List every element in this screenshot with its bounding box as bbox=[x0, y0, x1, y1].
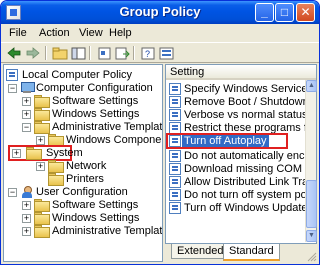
folder-icon bbox=[48, 134, 64, 147]
settings-scrollbar[interactable]: ▲ ▼ bbox=[305, 80, 317, 242]
setting-row[interactable]: Turn off Windows Update de... bbox=[166, 202, 316, 214]
menu-view[interactable]: View bbox=[79, 27, 103, 39]
menu-bar: File Action View Help bbox=[1, 24, 319, 42]
resize-grip-icon[interactable] bbox=[307, 252, 317, 262]
policy-setting-icon bbox=[169, 202, 181, 214]
expand-icon[interactable]: + bbox=[36, 136, 45, 145]
export-list-icon[interactable] bbox=[113, 45, 131, 61]
policy-setting-icon bbox=[169, 150, 181, 162]
forward-icon[interactable] bbox=[24, 45, 42, 61]
policy-setting-icon bbox=[169, 109, 181, 121]
setting-row[interactable]: Download missing COM comp... bbox=[166, 163, 316, 175]
scroll-up-icon[interactable]: ▲ bbox=[306, 80, 317, 92]
toolbar: ? bbox=[1, 42, 319, 63]
setting-row[interactable]: Do not automatically encrypt... bbox=[166, 150, 316, 162]
view-icon[interactable] bbox=[157, 45, 175, 61]
scroll-down-icon[interactable]: ▼ bbox=[306, 230, 317, 242]
menu-action[interactable]: Action bbox=[39, 27, 70, 39]
group-policy-window: Group Policy _ □ ✕ File Action View Help bbox=[0, 0, 320, 265]
help-icon[interactable]: ? bbox=[139, 45, 157, 61]
title-bar[interactable]: Group Policy _ □ ✕ bbox=[1, 1, 319, 24]
folder-icon bbox=[34, 95, 50, 108]
expand-icon[interactable]: + bbox=[22, 110, 31, 119]
expand-icon[interactable]: + bbox=[36, 162, 45, 171]
scroll-thumb[interactable] bbox=[306, 180, 317, 228]
setting-row[interactable]: Verbose vs normal status me... bbox=[166, 109, 316, 121]
folder-icon bbox=[34, 212, 50, 225]
menu-help[interactable]: Help bbox=[109, 27, 132, 39]
show-hide-tree-icon[interactable] bbox=[69, 45, 87, 61]
expand-icon[interactable]: + bbox=[22, 227, 31, 236]
folder-icon bbox=[34, 121, 50, 134]
setting-row[interactable]: Specify Windows Service Pa... bbox=[166, 83, 316, 95]
setting-row[interactable]: Remove Boot / Shutdown / L... bbox=[166, 96, 316, 108]
expand-icon[interactable]: + bbox=[22, 214, 31, 223]
tab-extended[interactable]: Extended bbox=[171, 244, 230, 259]
tree-pane[interactable]: Local Computer Policy − Computer Configu… bbox=[3, 64, 163, 262]
folder-icon bbox=[34, 225, 50, 238]
expand-icon[interactable]: + bbox=[22, 201, 31, 210]
folder-icon bbox=[34, 108, 50, 121]
settings-pane[interactable]: Setting Specify Windows Service Pa... Re… bbox=[165, 64, 317, 244]
policy-setting-icon bbox=[169, 163, 181, 175]
setting-row[interactable]: Do not turn off system powe... bbox=[166, 189, 316, 201]
svg-text:?: ? bbox=[145, 49, 150, 59]
setting-column-header[interactable]: Setting bbox=[166, 65, 316, 80]
up-folder-icon[interactable] bbox=[51, 45, 69, 61]
close-button[interactable]: ✕ bbox=[296, 3, 315, 22]
expand-icon[interactable]: + bbox=[22, 97, 31, 106]
view-tabs: Extended Standard bbox=[165, 244, 317, 262]
folder-icon bbox=[48, 173, 64, 186]
maximize-button[interactable]: □ bbox=[275, 3, 294, 22]
policy-setting-icon bbox=[169, 96, 181, 108]
folder-icon bbox=[26, 147, 42, 160]
user-icon bbox=[20, 186, 34, 198]
folder-icon bbox=[34, 199, 50, 212]
policy-setting-icon bbox=[169, 189, 181, 201]
properties-icon[interactable] bbox=[95, 45, 113, 61]
setting-row[interactable]: Allow Distributed Link Tracking... bbox=[166, 176, 316, 188]
policy-setting-icon bbox=[169, 135, 181, 147]
folder-icon bbox=[48, 160, 64, 173]
policy-setting-icon bbox=[169, 83, 181, 95]
minimize-button[interactable]: _ bbox=[255, 3, 274, 22]
collapse-icon[interactable]: − bbox=[22, 123, 31, 132]
expand-icon[interactable]: + bbox=[12, 149, 21, 158]
back-icon[interactable] bbox=[5, 45, 23, 61]
collapse-icon[interactable]: − bbox=[8, 84, 17, 93]
tab-standard[interactable]: Standard bbox=[223, 244, 280, 261]
computer-icon bbox=[20, 82, 35, 94]
policy-setting-icon bbox=[169, 176, 181, 188]
menu-file[interactable]: File bbox=[9, 27, 27, 39]
setting-row-turn-off-autoplay[interactable]: Turn off Autoplay bbox=[166, 135, 316, 147]
policy-icon bbox=[6, 69, 18, 81]
collapse-icon[interactable]: − bbox=[8, 188, 17, 197]
